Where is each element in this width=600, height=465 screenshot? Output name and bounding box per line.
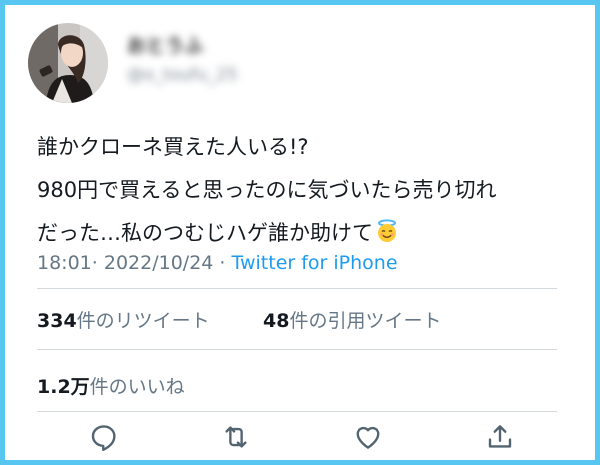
- share-button[interactable]: [484, 423, 516, 455]
- display-name[interactable]: おとうふ: [127, 31, 203, 58]
- retweets-label: 件のリツイート: [76, 310, 210, 332]
- tweet-line-text: だった…私のつむじハゲ誰か助けて: [37, 221, 373, 245]
- likes-label: 件のいいね: [89, 376, 185, 398]
- quotes-count: 48: [263, 310, 290, 332]
- reply-icon: [89, 422, 119, 456]
- tweet-card: おとうふ @o_toufu_25 誰かクローネ買えた人いる!? 980円で買える…: [0, 0, 600, 465]
- heart-icon: [353, 422, 383, 456]
- retweets-stat[interactable]: 334件のリツイート: [37, 306, 210, 333]
- tweet-text: 誰かクローネ買えた人いる!? 980円で買えると思ったのに気づいたら売り切れ だ…: [37, 126, 496, 258]
- tweet-time[interactable]: 18:01: [37, 252, 92, 274]
- reply-button[interactable]: [88, 423, 120, 455]
- meta-separator: ·: [219, 252, 226, 274]
- meta-separator: ·: [91, 252, 98, 274]
- retweet-icon: [221, 422, 251, 456]
- likes-count: 1.2万: [37, 376, 90, 398]
- tweet-line: 980円で買えると思ったのに気づいたら売り切れ: [37, 178, 497, 202]
- tweet-meta: 18:01· 2022/10/24 · Twitter for iPhone: [37, 252, 398, 274]
- tweet-source-link[interactable]: Twitter for iPhone: [232, 252, 398, 274]
- user-handle[interactable]: @o_toufu_25: [127, 65, 238, 85]
- retweet-button[interactable]: [220, 423, 252, 455]
- avatar[interactable]: [28, 23, 108, 103]
- tweet-date[interactable]: 2022/10/24: [104, 252, 214, 274]
- share-icon: [485, 422, 515, 456]
- retweets-count: 334: [37, 310, 77, 332]
- like-button[interactable]: [352, 423, 384, 455]
- divider: [37, 349, 557, 350]
- tweet-line: 誰かクローネ買えた人いる!?: [37, 135, 309, 159]
- divider: [37, 288, 557, 289]
- likes-stat[interactable]: 1.2万件のいいね: [37, 372, 185, 399]
- divider: [37, 411, 557, 412]
- quotes-label: 件の引用ツイート: [289, 310, 442, 332]
- quotes-stat[interactable]: 48件の引用ツイート: [263, 306, 441, 333]
